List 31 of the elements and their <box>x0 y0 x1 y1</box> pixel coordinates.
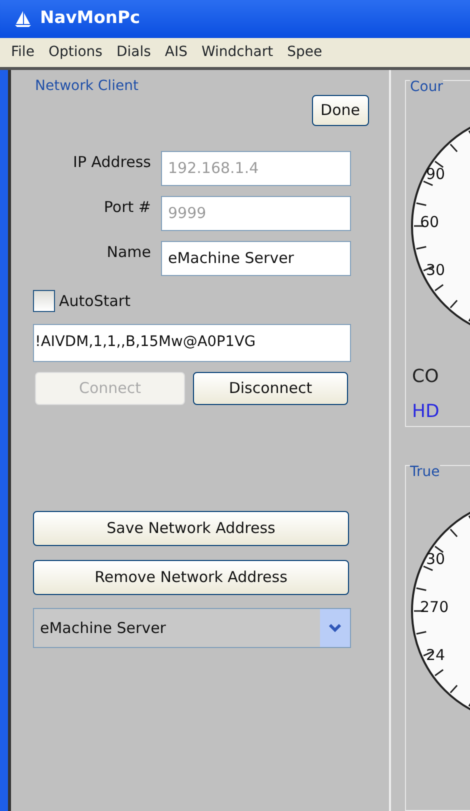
menu-item[interactable]: Dials <box>109 42 158 63</box>
scale-label: 60 <box>420 213 440 231</box>
scale-label: 270 <box>420 598 449 616</box>
action-button[interactable]: Remove Network Address <box>33 560 349 595</box>
menu-item[interactable]: File <box>4 42 42 63</box>
scale-label: 24 <box>426 646 446 664</box>
window-title: NavMonPc <box>40 7 140 30</box>
checkbox-label: AutoStart <box>59 290 130 312</box>
menu-item[interactable]: Options <box>41 42 110 63</box>
reading-label: CO <box>412 365 440 389</box>
scale-label: 30 <box>426 550 446 568</box>
menu-item[interactable]: Spee <box>280 42 330 63</box>
action-button[interactable]: Disconnect <box>193 372 348 405</box>
field-label: Port # <box>102 196 152 218</box>
scale-label: 30 <box>426 261 446 279</box>
scale-label: 90 <box>426 165 446 183</box>
field-label: IP Address <box>72 152 152 172</box>
group-title: Network Client <box>35 77 140 96</box>
menu-item[interactable]: AIS <box>158 42 194 63</box>
checkbox[interactable] <box>33 290 55 312</box>
caret-icon[interactable] <box>320 609 350 647</box>
done-button[interactable]: Done <box>312 95 369 126</box>
menu-item[interactable]: Windchart <box>194 42 280 63</box>
field-label: Name <box>106 242 152 262</box>
action-button[interactable]: Save Network Address <box>33 511 349 546</box>
dropdown[interactable]: eMachine Server <box>33 608 351 648</box>
sentence-field[interactable]: !AIVDM,1,1,,B,15Mw@A0P1VG <box>33 324 351 362</box>
reading-label: HD <box>412 400 440 424</box>
input-field[interactable]: eMachine Server <box>161 240 351 276</box>
sailboat-icon <box>14 10 32 28</box>
dropdown-value: eMachine Server <box>40 618 166 639</box>
